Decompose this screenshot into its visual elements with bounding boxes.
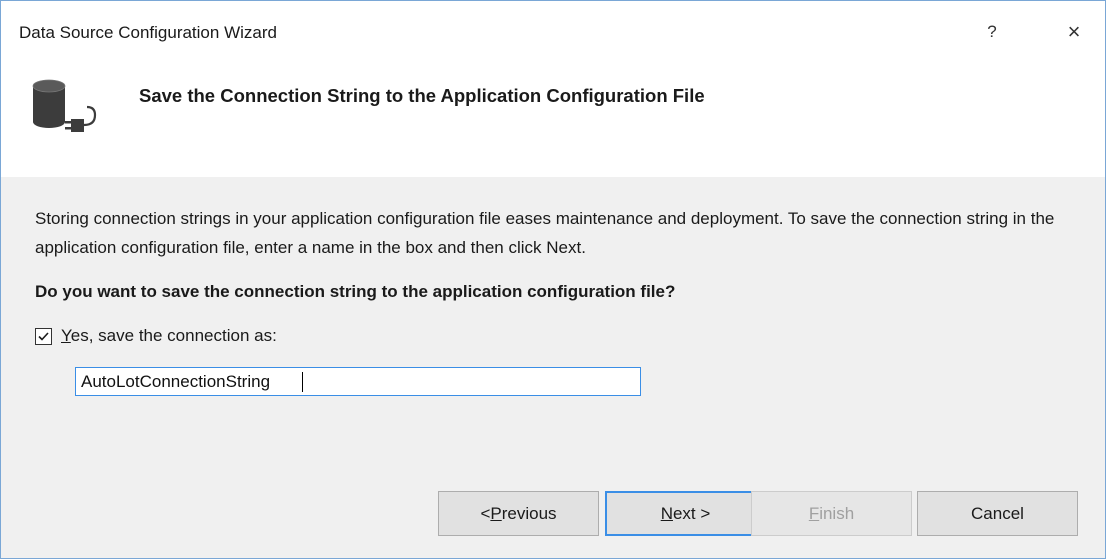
title-bar: Data Source Configuration Wizard ? × bbox=[1, 1, 1105, 63]
save-connection-option[interactable]: Yes, save the connection as: bbox=[35, 326, 277, 346]
database-connection-icon bbox=[32, 79, 97, 132]
description-text: Storing connection strings in your appli… bbox=[35, 209, 1055, 257]
previous-prefix: < bbox=[480, 503, 491, 523]
close-button[interactable]: × bbox=[1051, 15, 1097, 49]
checkmark-icon bbox=[38, 331, 49, 341]
help-icon: ? bbox=[987, 22, 997, 41]
text-caret bbox=[302, 372, 303, 392]
page-title: Save the Connection String to the Applic… bbox=[139, 85, 705, 106]
label-text: es, save the connection as: bbox=[70, 326, 277, 345]
previous-button[interactable]: < Previous bbox=[438, 491, 599, 536]
finish-label: inish bbox=[819, 503, 855, 523]
wizard-header: Save the Connection String to the Applic… bbox=[1, 63, 1105, 177]
wizard-dialog: Data Source Configuration Wizard ? × Sav… bbox=[0, 0, 1106, 559]
save-connection-checkbox[interactable] bbox=[35, 327, 52, 345]
next-button[interactable]: Next > bbox=[605, 491, 766, 536]
cancel-label: Cancel bbox=[971, 503, 1024, 523]
save-connection-label: Yes, save the connection as: bbox=[61, 326, 277, 346]
wizard-content: Storing connection strings in your appli… bbox=[1, 177, 1105, 457]
mnemonic-letter: P bbox=[490, 503, 502, 523]
cancel-button[interactable]: Cancel bbox=[917, 491, 1078, 536]
connection-name-input[interactable] bbox=[75, 367, 641, 396]
mnemonic-letter: F bbox=[808, 503, 820, 523]
next-label: ext > bbox=[672, 503, 711, 523]
mnemonic-letter: Y bbox=[61, 326, 71, 345]
mnemonic-letter: N bbox=[660, 503, 673, 523]
help-button[interactable]: ? bbox=[969, 15, 1015, 49]
question-label: Do you want to save the connection strin… bbox=[35, 282, 676, 301]
previous-label: revious bbox=[501, 503, 557, 523]
finish-button: Finish bbox=[751, 491, 912, 536]
close-icon: × bbox=[1067, 19, 1081, 44]
window-title: Data Source Configuration Wizard bbox=[19, 23, 277, 42]
